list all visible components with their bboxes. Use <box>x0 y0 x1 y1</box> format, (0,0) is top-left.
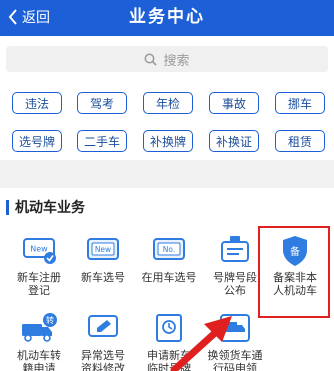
plate-range-icon <box>221 236 249 262</box>
tag-choose-plate[interactable]: 选号牌 <box>12 130 62 152</box>
service-vehicle-transfer[interactable]: 转 机动车转 籍申请 <box>6 312 72 371</box>
tag-violation[interactable]: 违法 <box>12 92 62 114</box>
new-car-plate-icon: New <box>87 238 119 260</box>
highlight-box <box>258 226 330 318</box>
service-label-line2: 资料修改 <box>81 362 125 371</box>
tag-inspection[interactable]: 年检 <box>143 92 193 114</box>
tag-driving-test[interactable]: 驾考 <box>77 92 127 114</box>
svg-text:New: New <box>30 245 48 254</box>
red-arrow-annotation <box>170 316 232 371</box>
search-input[interactable]: 搜索 <box>6 46 328 72</box>
svg-text:转: 转 <box>46 315 54 325</box>
top-bar: 返回 业务中心 <box>0 0 334 36</box>
service-label: 异常选号 <box>81 349 125 362</box>
section-accent-bar <box>6 199 9 215</box>
search-placeholder: 搜索 <box>163 53 190 69</box>
service-label: 在用车选号 <box>141 271 197 284</box>
service-label-line2: 籍申请 <box>22 362 56 371</box>
service-label: 新车选号 <box>81 271 125 284</box>
service-used-car-plate[interactable]: No. 在用车选号 <box>136 234 202 284</box>
service-new-car-plate[interactable]: New 新车选号 <box>70 234 136 284</box>
quick-panel: 搜索 违法 驾考 年检 事故 挪车 选号牌 二手车 补换牌 补换证 租赁 <box>0 36 334 160</box>
tag-accident[interactable]: 事故 <box>209 92 259 114</box>
new-car-register-icon: New <box>23 238 56 264</box>
tag-used-car[interactable]: 二手车 <box>77 130 127 152</box>
tag-replace-license[interactable]: 补换证 <box>209 130 259 152</box>
search-icon <box>144 53 158 66</box>
truck-transfer-icon: 转 <box>22 313 57 342</box>
edit-document-icon <box>88 315 118 337</box>
section-title-text: 机动车业务 <box>15 200 85 216</box>
page-title: 业务中心 <box>129 7 205 27</box>
service-new-car-register[interactable]: New 新车注册 登记 <box>6 234 72 297</box>
section-title: 机动车业务 <box>6 198 85 216</box>
tag-move-car[interactable]: 挪车 <box>275 92 325 114</box>
service-label-line2: 登记 <box>28 284 50 297</box>
tag-replace-plate[interactable]: 补换牌 <box>143 130 193 152</box>
service-plate-data-edit[interactable]: 异常选号 资料修改 <box>70 312 136 371</box>
svg-text:No.: No. <box>163 245 175 254</box>
tag-rental[interactable]: 租赁 <box>275 130 325 152</box>
service-label: 机动车转 <box>17 349 61 362</box>
used-car-plate-icon: No. <box>153 238 185 260</box>
service-label: 新车注册 <box>17 271 61 284</box>
svg-text:New: New <box>95 245 111 254</box>
